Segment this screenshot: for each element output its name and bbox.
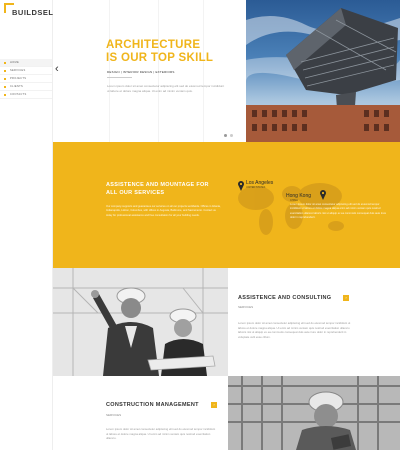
assistance-title: ASSISTENCE AND CONSULTING	[238, 295, 332, 301]
bullet-icon	[4, 69, 6, 72]
services-body-2: Lorem ipsum dolor sit amet consectetur a…	[290, 203, 387, 219]
hero-building-image	[246, 0, 400, 142]
bullet-icon	[4, 85, 6, 88]
services-title-line2: ALL OUR SERVICES	[106, 190, 165, 196]
divider	[107, 77, 132, 78]
logo[interactable]: BUILDSELS	[12, 8, 59, 17]
main-nav: HOME SERVICES PROJECTS CLIENTS CONTACTS	[0, 59, 52, 99]
nav-label: PROJECTS	[10, 77, 27, 80]
hero-title-line1: ARCHITECTURE	[106, 39, 201, 51]
slide-dot-1[interactable]	[224, 134, 227, 137]
hero-subtitle: DESIGN | INTERIOR DESIGN | EXTERIORS	[107, 70, 175, 74]
construction-title: CONSTRUCTION MANAGEMENT	[106, 402, 199, 408]
chevron-left-icon[interactable]: ‹	[55, 64, 59, 75]
nav-item-contacts[interactable]: CONTACTS	[0, 91, 52, 99]
nav-label: SERVICES	[10, 69, 26, 72]
construction-body: Lorem ipsum dolor sit amet consectetur a…	[106, 427, 216, 440]
nav-item-clients[interactable]: CLIENTS	[0, 83, 52, 91]
bullet-icon	[4, 77, 6, 80]
services-body: Our company supports and guarantees our …	[106, 205, 221, 217]
bullet-icon	[4, 61, 6, 64]
hero-body: Lorem ipsum dolor sit amet consectetur a…	[107, 84, 225, 93]
assistance-more-button[interactable]: ›	[343, 295, 349, 301]
bullet-icon	[4, 93, 6, 96]
nav-item-projects[interactable]: PROJECTS	[0, 75, 52, 83]
assistance-body: Lorem ipsum dolor sit amet consectetur a…	[238, 321, 351, 339]
nav-label: CLIENTS	[10, 85, 24, 88]
nav-item-home[interactable]: HOME	[0, 59, 52, 67]
pin-sub-hong-kong: CHINA	[290, 199, 298, 202]
nav-label: CONTACTS	[10, 93, 27, 96]
nav-item-services[interactable]: SERVICES	[0, 67, 52, 75]
slider-pagination	[224, 134, 233, 137]
location-pin-los-angeles[interactable]	[238, 181, 244, 191]
meeting-photo	[53, 268, 228, 376]
construction-subtitle: SERVICES	[106, 413, 122, 417]
worker-photo	[228, 376, 400, 450]
services-title-line1: ASSISTENCE AND MOUNTAGE FOR	[106, 182, 209, 188]
hero-title-line2: IS OUR TOP SKILL	[106, 52, 214, 64]
assistance-subtitle: SERVICES	[238, 305, 254, 309]
pin-sub-los-angeles: UNITED STATES	[246, 186, 266, 189]
construction-more-button[interactable]: ›	[211, 402, 217, 408]
slide-dot-2[interactable]	[230, 134, 233, 137]
nav-label: HOME	[10, 61, 19, 64]
